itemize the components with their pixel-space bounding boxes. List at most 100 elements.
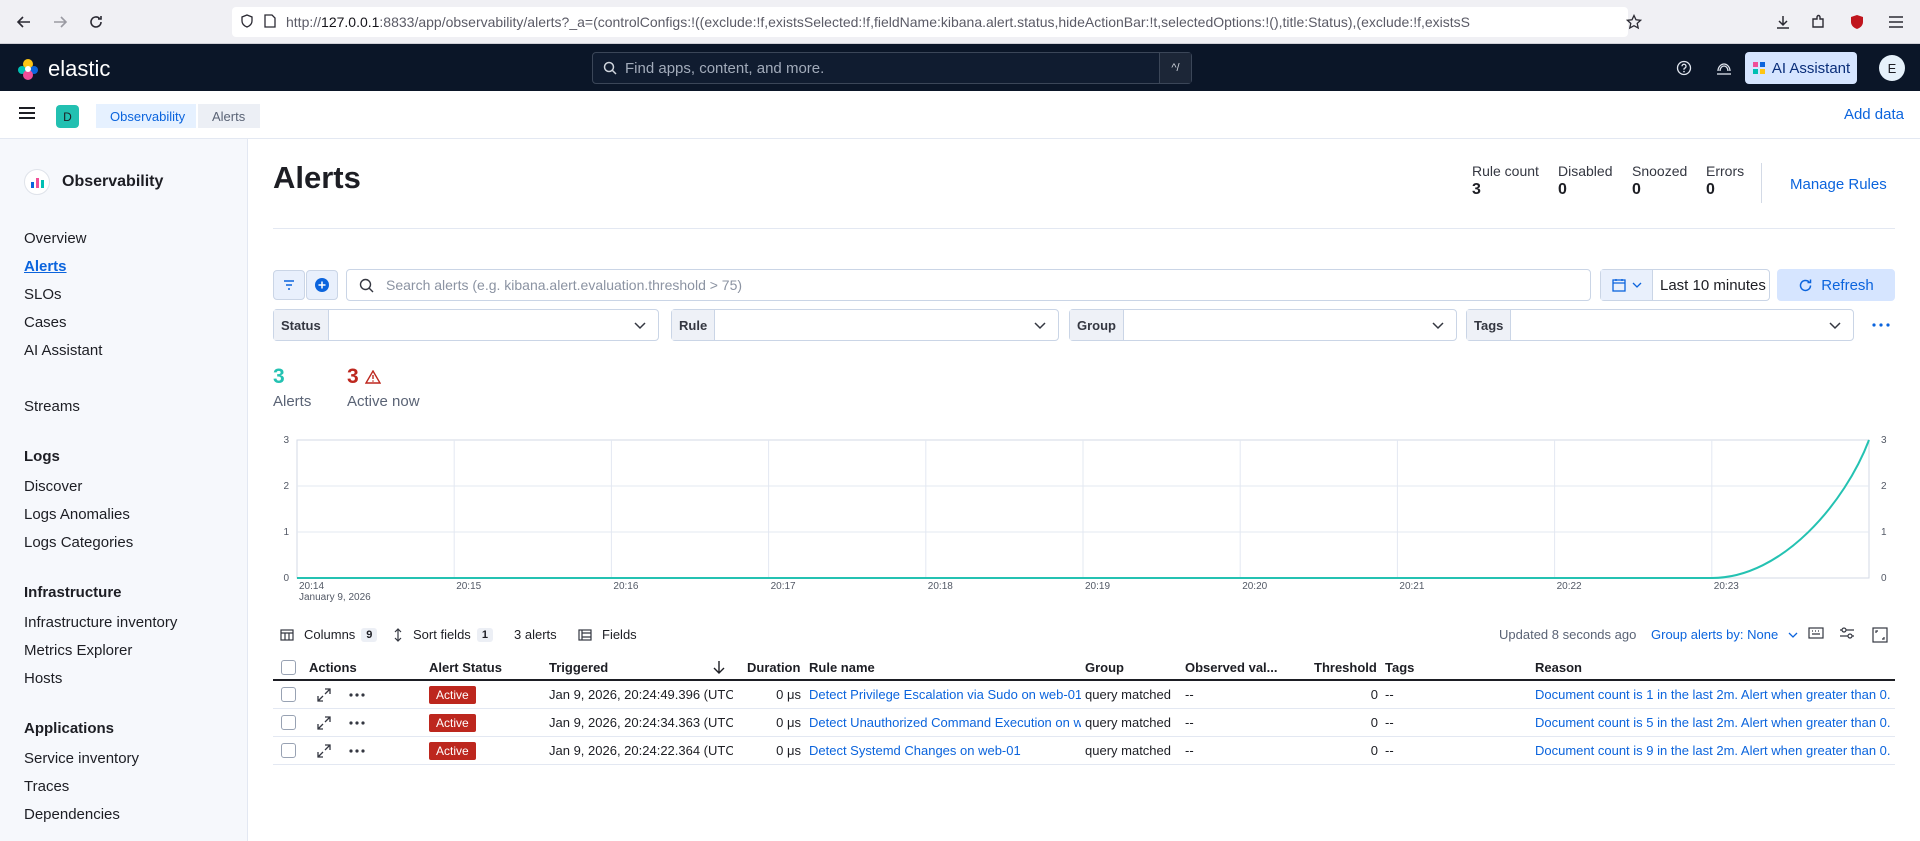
- sidebar-item-metrics-explorer[interactable]: Metrics Explorer: [24, 642, 132, 659]
- menu-toggle-icon[interactable]: [18, 105, 38, 125]
- group-cell: query matched: [1085, 715, 1171, 730]
- threshold-cell: 0: [1370, 715, 1378, 730]
- display-settings-icon[interactable]: [1839, 627, 1855, 639]
- star-icon[interactable]: [1622, 10, 1646, 34]
- sidebar-item-hosts[interactable]: Hosts: [24, 670, 62, 687]
- sidebar-item-overview[interactable]: Overview: [24, 230, 87, 247]
- header-group[interactable]: Group: [1085, 655, 1124, 679]
- elastic-logo[interactable]: elastic: [16, 56, 110, 82]
- rule-name-link[interactable]: Detect Unauthorized Command Execution on…: [809, 709, 1081, 736]
- sidebar-item-service-inventory[interactable]: Service inventory: [24, 750, 139, 767]
- sidebar-item-infrastructure-inventory[interactable]: Infrastructure inventory: [24, 614, 177, 631]
- filter-options-button[interactable]: [273, 270, 305, 300]
- header-observed-value[interactable]: Observed val...: [1185, 655, 1281, 679]
- expand-icon[interactable]: [317, 681, 331, 708]
- sidebar-item-slos[interactable]: SLOs: [24, 286, 62, 303]
- cloud-connect-icon[interactable]: [1714, 58, 1734, 78]
- header-actions[interactable]: Actions: [309, 655, 357, 679]
- control-rule[interactable]: Rule: [671, 309, 1059, 341]
- ublock-icon[interactable]: [1845, 10, 1869, 34]
- y-tick-label-left: 2: [283, 481, 289, 492]
- rule-name-link[interactable]: Detect Systemd Changes on web-01: [809, 737, 1081, 764]
- sidebar-item-ai-assistant[interactable]: AI Assistant: [24, 342, 102, 359]
- reason-link[interactable]: Document count is 5 in the last 2m. Aler…: [1535, 709, 1895, 736]
- header-alert-status[interactable]: Alert Status: [429, 655, 502, 679]
- fields-button[interactable]: Fields: [578, 627, 637, 642]
- row-checkbox[interactable]: [281, 687, 296, 702]
- table-row[interactable]: Active Jan 9, 2026, 20:24:34.363 (UTC 0 μs…: [273, 709, 1895, 737]
- header-duration[interactable]: Duration: [747, 655, 800, 679]
- x-tick-label: 20:23: [1714, 581, 1739, 592]
- sidebar-item-logs-anomalies[interactable]: Logs Anomalies: [24, 506, 130, 523]
- sidebar-item-traces[interactable]: Traces: [24, 778, 69, 795]
- control-group[interactable]: Group: [1069, 309, 1457, 341]
- global-search-input[interactable]: Find apps, content, and more. ^/: [592, 52, 1192, 84]
- fullscreen-icon[interactable]: [1872, 627, 1888, 643]
- row-actions-icon[interactable]: [349, 709, 365, 736]
- sidebar-item-dependencies[interactable]: Dependencies: [24, 806, 120, 823]
- extensions-icon[interactable]: [1806, 10, 1830, 34]
- reload-icon[interactable]: [80, 6, 112, 38]
- row-checkbox[interactable]: [281, 743, 296, 758]
- breadcrumb-observability[interactable]: Observability: [96, 104, 196, 128]
- chevron-down-icon: [1632, 282, 1641, 288]
- sidebar-item-cases[interactable]: Cases: [24, 314, 67, 331]
- control-tags[interactable]: Tags: [1466, 309, 1854, 341]
- help-icon[interactable]: [1674, 58, 1694, 78]
- header-threshold[interactable]: Threshold: [1314, 655, 1377, 679]
- keyboard-icon[interactable]: [1808, 627, 1824, 639]
- alerts-search-input[interactable]: Search alerts (e.g. kibana.alert.evaluat…: [346, 269, 1591, 301]
- hamburger-menu-icon[interactable]: [1884, 10, 1908, 34]
- sort-descending-icon[interactable]: [713, 655, 725, 679]
- url-bar[interactable]: http://127.0.0.1:8833/app/observability/…: [232, 7, 1628, 37]
- ai-assistant-button[interactable]: AI Assistant: [1745, 52, 1857, 84]
- row-actions-icon[interactable]: [349, 737, 365, 764]
- sidebar-item-streams[interactable]: Streams: [24, 398, 80, 415]
- back-icon[interactable]: [8, 6, 40, 38]
- add-data-link[interactable]: Add data: [1844, 106, 1904, 123]
- sidebar-item-logs-categories[interactable]: Logs Categories: [24, 534, 133, 551]
- date-picker[interactable]: Last 10 minutes: [1600, 269, 1770, 301]
- sidebar-item-discover[interactable]: Discover: [24, 478, 82, 495]
- alerts-count: 3 alerts: [514, 627, 557, 642]
- controls-more-icon[interactable]: [1872, 318, 1890, 332]
- control-status[interactable]: Status: [273, 309, 659, 341]
- select-all-cell: [281, 655, 296, 679]
- download-icon[interactable]: [1771, 10, 1795, 34]
- select-all-checkbox[interactable]: [281, 659, 296, 675]
- columns-button[interactable]: Columns 9: [280, 627, 378, 642]
- stat-snoozed-label: Snoozed: [1632, 163, 1688, 179]
- table-row[interactable]: Active Jan 9, 2026, 20:24:22.364 (UTC 0 μs…: [273, 737, 1895, 765]
- add-filter-button[interactable]: [306, 270, 338, 300]
- group-by-dropdown[interactable]: Group alerts by: None: [1651, 627, 1798, 642]
- header-rule-name[interactable]: Rule name: [809, 655, 875, 679]
- sidebar-heading-logs: Logs: [24, 448, 60, 465]
- group-cell: query matched: [1085, 687, 1171, 702]
- search-placeholder: Find apps, content, and more.: [625, 59, 825, 77]
- kpi-active: 3 Active now: [347, 365, 420, 410]
- expand-icon[interactable]: [317, 737, 331, 764]
- header-triggered[interactable]: Triggered: [549, 655, 608, 679]
- search-icon: [603, 61, 617, 75]
- reason-link[interactable]: Document count is 1 in the last 2m. Aler…: [1535, 681, 1895, 708]
- header-tags[interactable]: Tags: [1385, 655, 1414, 679]
- header-reason[interactable]: Reason: [1535, 655, 1582, 679]
- reason-link[interactable]: Document count is 9 in the last 2m. Aler…: [1535, 737, 1895, 764]
- threshold-cell: 0: [1370, 743, 1378, 758]
- rule-name-link[interactable]: Detect Privilege Escalation via Sudo on …: [809, 681, 1081, 708]
- sort-fields-button[interactable]: Sort fields 1: [393, 627, 493, 642]
- row-actions-icon[interactable]: [349, 681, 365, 708]
- ai-assistant-label: AI Assistant: [1771, 59, 1851, 77]
- forward-icon[interactable]: [44, 6, 76, 38]
- x-tick-label: 20:17: [771, 581, 796, 592]
- table-row[interactable]: Active Jan 9, 2026, 20:24:49.396 (UTC 0 μs…: [273, 681, 1895, 709]
- manage-rules-link[interactable]: Manage Rules: [1790, 176, 1887, 193]
- expand-icon[interactable]: [317, 709, 331, 736]
- refresh-button[interactable]: Refresh: [1777, 269, 1895, 301]
- row-checkbox[interactable]: [281, 715, 296, 730]
- space-avatar[interactable]: D: [56, 105, 79, 128]
- sidebar-item-alerts[interactable]: Alerts: [24, 258, 67, 275]
- calendar-icon[interactable]: [1601, 270, 1653, 300]
- user-avatar[interactable]: E: [1879, 55, 1905, 81]
- date-range-label[interactable]: Last 10 minutes: [1660, 277, 1766, 294]
